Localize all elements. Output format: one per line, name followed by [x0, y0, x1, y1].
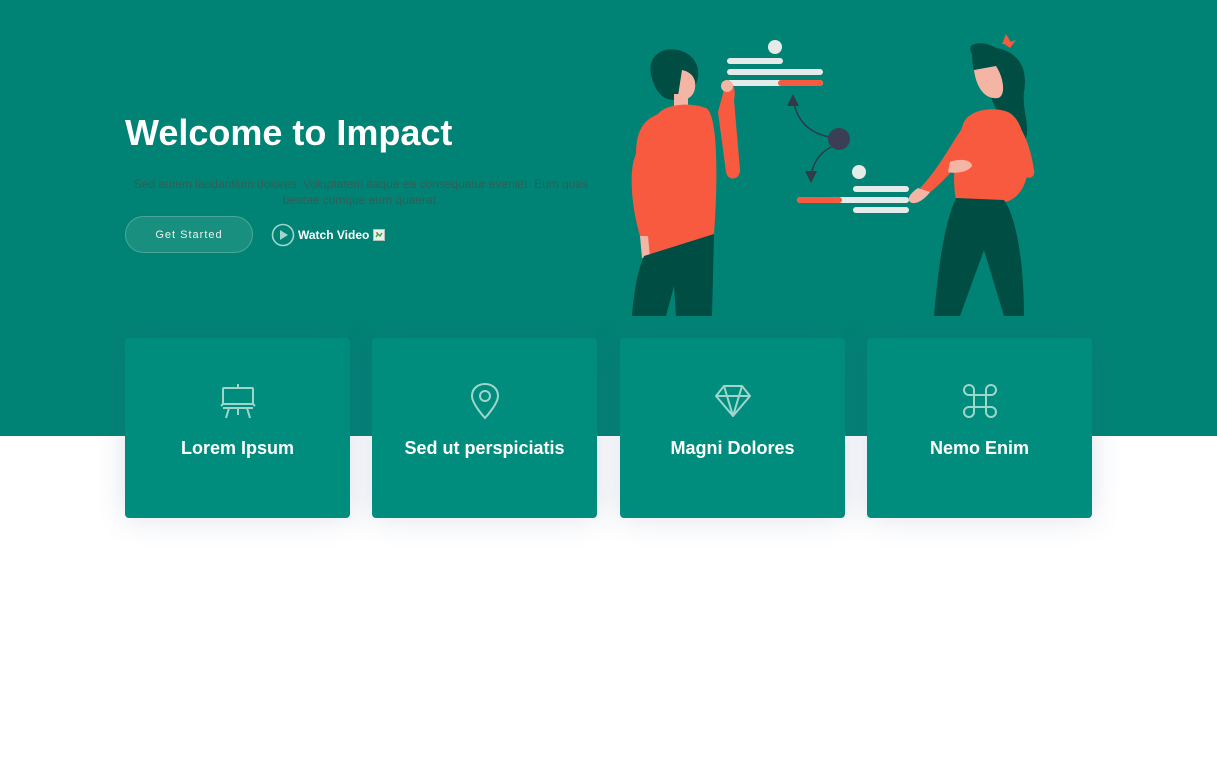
hero-description: Sed autem laudantium dolores. Voluptatem… — [133, 177, 589, 207]
gem-icon — [715, 385, 751, 417]
service-card-lorem-ipsum[interactable]: Lorem Ipsum — [125, 338, 350, 518]
service-card-magni-dolores[interactable]: Magni Dolores — [620, 338, 845, 518]
easel-icon — [220, 384, 256, 419]
card-title: Magni Dolores — [670, 438, 795, 458]
service-card-nemo-enim[interactable]: Nemo Enim — [867, 338, 1092, 518]
people-presenting-illustration — [631, 34, 1035, 316]
hero-title: Welcome to Impact — [125, 112, 453, 153]
broken-image-icon — [373, 229, 386, 241]
watch-video-link[interactable]: Watch Video — [271, 222, 386, 248]
service-card-sed-ut-perspiciatis[interactable]: Sed ut perspiciatis — [372, 338, 597, 518]
command-icon — [963, 384, 997, 418]
card-title: Lorem Ipsum — [180, 438, 295, 458]
card-title: Sed ut perspiciatis — [404, 438, 565, 458]
play-circle-icon — [271, 223, 295, 247]
card-title: Nemo Enim — [929, 438, 1030, 458]
get-started-button[interactable]: Get Started — [125, 216, 253, 253]
geo-pin-icon — [470, 382, 500, 420]
watch-video-label: Watch Video — [298, 228, 370, 242]
